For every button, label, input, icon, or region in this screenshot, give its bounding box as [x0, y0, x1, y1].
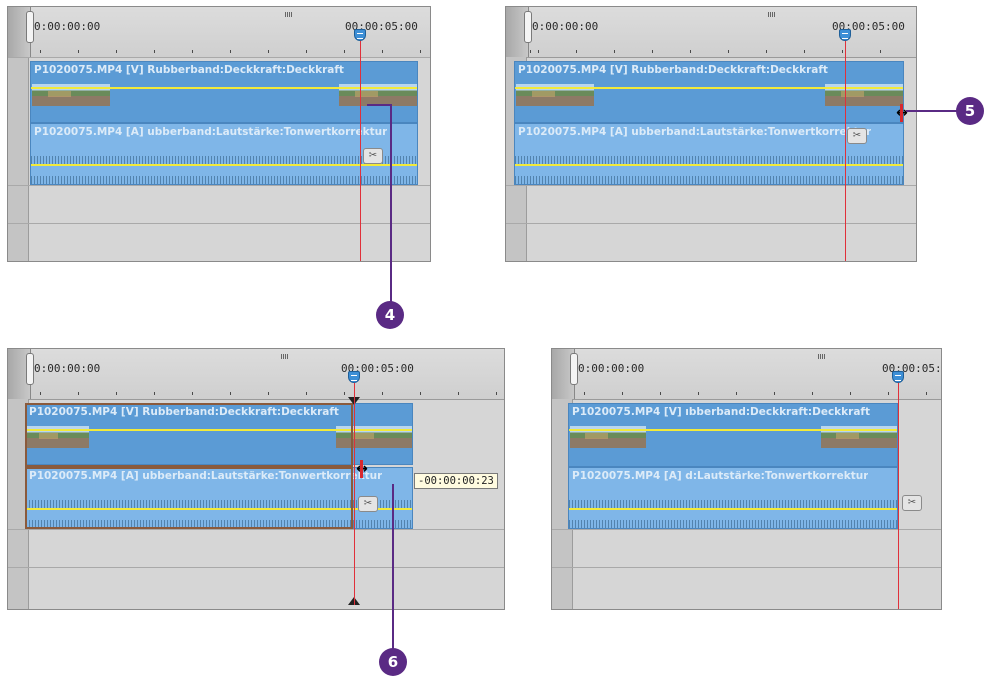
- zoom-grip-icon[interactable]: [285, 12, 292, 17]
- trim-offset-tooltip: -00:00:00:23: [414, 473, 498, 489]
- ruler-ticks: [30, 47, 430, 55]
- video-clip-label: P1020075.MP4 [V] Rubberband:Deckkraft:De…: [34, 64, 344, 76]
- track-header-gutter: [8, 57, 29, 261]
- timecode-start: 0:00:00:00: [532, 20, 599, 33]
- trim-out-cursor-icon: ↔: [896, 104, 908, 122]
- playhead-handle[interactable]: [348, 371, 360, 383]
- ruler-scroll-handle[interactable]: [506, 7, 532, 57]
- callout-5-leader: [906, 110, 962, 112]
- zoom-grip-icon[interactable]: [768, 12, 775, 17]
- timecode-start: 0:00:00:00: [34, 362, 101, 375]
- audio-waveform: [569, 500, 897, 508]
- callout-6: 6: [379, 648, 407, 676]
- audio-clip[interactable]: P1020075.MP4 [A] d:Lautstärke:Tonwertkor…: [568, 467, 898, 529]
- timeline-panel-2: 0:00:00:00 00:00:05:00 P1020075.MP4 [V] …: [505, 6, 917, 262]
- video-clip[interactable]: P1020075.MP4 [V] ıbberband:Deckkraft:Dec…: [568, 403, 898, 467]
- scissors-icon[interactable]: ✂: [847, 128, 867, 144]
- audio-clip-label: P1020075.MP4 [A] ubberband:Lautstärke:To…: [518, 126, 872, 138]
- track-divider: [552, 567, 941, 568]
- audio-clip-label: P1020075.MP4 [A] d:Lautstärke:Tonwertkor…: [572, 470, 869, 482]
- zoom-grip-icon[interactable]: [281, 354, 288, 359]
- timeline-panel-1: 0:00:00:00 00:00:05:00 P1020075.MP4 [V] …: [7, 6, 431, 262]
- ruler-ticks: [528, 47, 916, 55]
- track-divider: [8, 223, 430, 224]
- playhead-line: [898, 383, 899, 609]
- track-divider: [506, 223, 916, 224]
- ruler-scroll-handle[interactable]: [8, 7, 34, 57]
- ruler-scroll-handle[interactable]: [8, 349, 34, 399]
- callout-4: 4: [376, 301, 404, 329]
- scissors-icon[interactable]: ✂: [902, 495, 922, 511]
- trim-out-cursor-icon: ↔: [356, 460, 368, 478]
- timecode-end: 00:00:05:: [882, 362, 942, 375]
- volume-rubberband[interactable]: [569, 508, 897, 510]
- track-divider: [8, 567, 504, 568]
- zoom-grip-icon[interactable]: [818, 354, 825, 359]
- ruler-ticks: [30, 389, 504, 397]
- audio-waveform: [569, 520, 897, 528]
- track-divider: [552, 529, 941, 530]
- track-divider: [506, 185, 916, 186]
- playhead-line: [845, 41, 846, 261]
- trim-selection-audio: [25, 467, 353, 529]
- ruler-scroll-handle[interactable]: [552, 349, 578, 399]
- callout-6-leader: [392, 484, 394, 652]
- timecode-start: 0:00:00:00: [578, 362, 645, 375]
- playhead-line: [360, 41, 361, 261]
- track-divider: [8, 529, 504, 530]
- timeline-panel-3: 0:00:00:00 00:00:05:00 P1020075.MP4 [V] …: [7, 348, 505, 610]
- timeline-panel-4: 0:00:00:00 00:00:05: P1020075.MP4 [V] ıb…: [551, 348, 942, 610]
- time-ruler[interactable]: 0:00:00:00 00:00:05:00: [8, 7, 430, 58]
- ruler-ticks: [574, 389, 941, 397]
- time-ruler[interactable]: 0:00:00:00 00:00:05:00: [506, 7, 916, 58]
- trim-selection-video: [25, 403, 353, 467]
- playhead-handle[interactable]: [354, 29, 366, 41]
- track-divider: [8, 185, 430, 186]
- video-clip-label: P1020075.MP4 [V] Rubberband:Deckkraft:De…: [518, 64, 828, 76]
- timecode-start: 0:00:00:00: [34, 20, 101, 33]
- playhead-line: [354, 383, 355, 605]
- playhead-handle[interactable]: [892, 371, 904, 383]
- track-divider: [8, 57, 430, 58]
- video-clip-label: P1020075.MP4 [V] ıbberband:Deckkraft:Dec…: [572, 406, 870, 418]
- scissors-icon[interactable]: ✂: [363, 148, 383, 164]
- callout-4-leader: [390, 104, 392, 304]
- playhead-handle[interactable]: [839, 29, 851, 41]
- callout-5: 5: [956, 97, 984, 125]
- scissors-icon[interactable]: ✂: [358, 496, 378, 512]
- callout-4-leader: [367, 104, 392, 106]
- opacity-rubberband[interactable]: [569, 429, 897, 431]
- time-ruler[interactable]: 0:00:00:00 00:00:05:00: [8, 349, 504, 400]
- time-ruler[interactable]: 0:00:00:00 00:00:05:: [552, 349, 941, 400]
- audio-clip-label: P1020075.MP4 [A] ubberband:Lautstärke:To…: [34, 126, 388, 138]
